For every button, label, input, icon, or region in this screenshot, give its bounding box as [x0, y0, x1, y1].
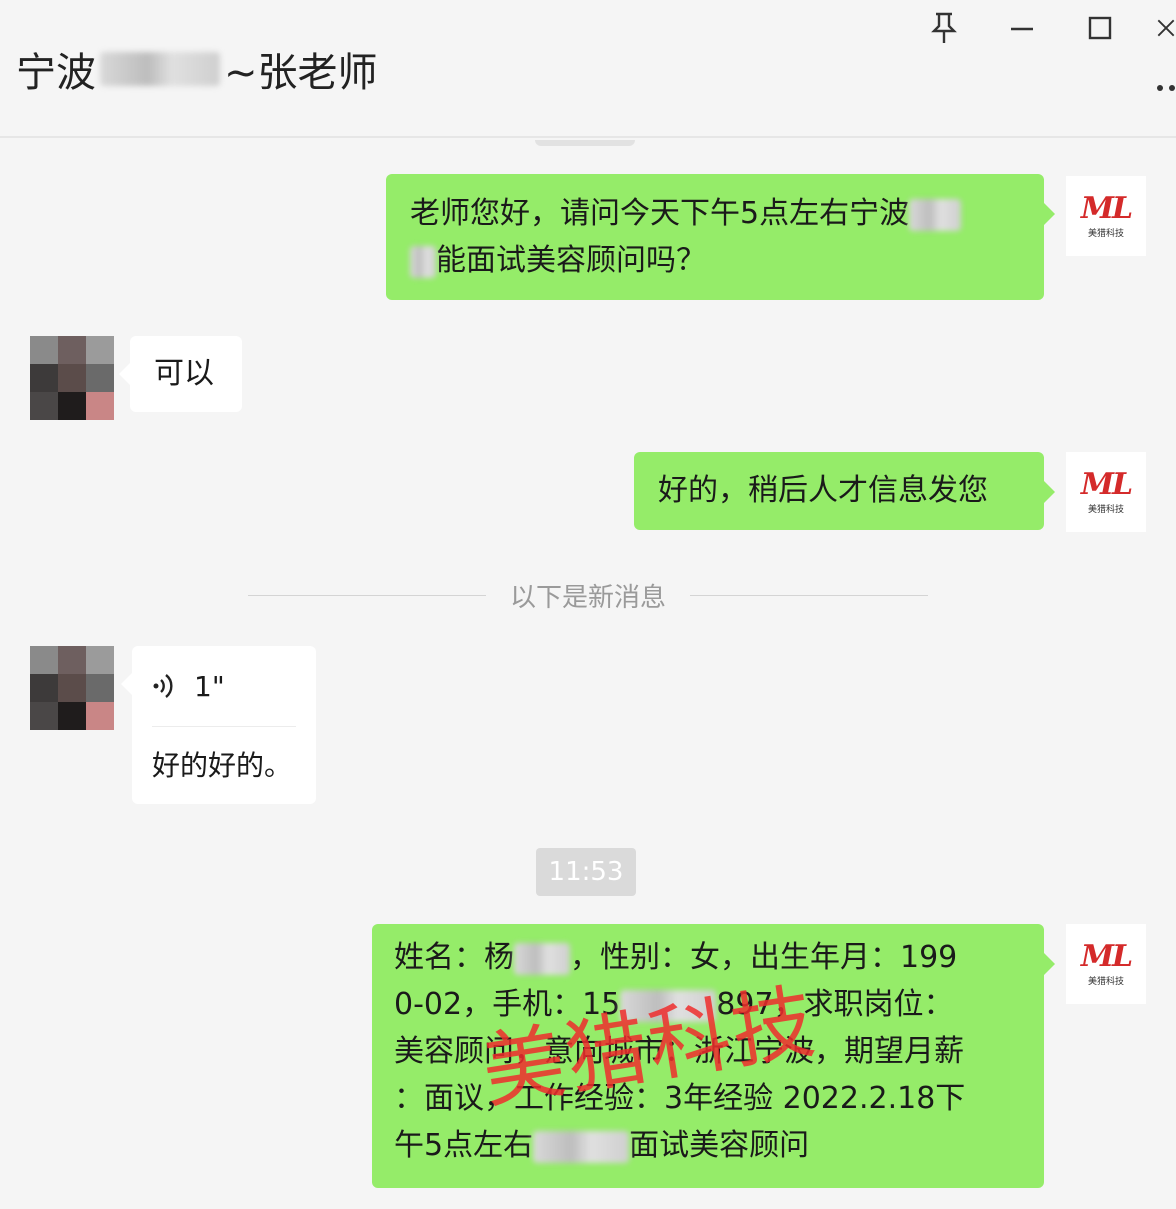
message-list[interactable]: 老师您好，请问今天下午5点左右宁波 能面试美容顾问吗？ ML 美猎科技 可以 好…	[0, 140, 1176, 1209]
new-messages-divider: 以下是新消息	[248, 580, 929, 613]
voice-wave-icon	[152, 672, 176, 700]
chat-header: 宁波 ~张老师	[0, 0, 1176, 138]
maximize-icon[interactable]	[1080, 8, 1120, 48]
minimize-icon[interactable]	[1002, 8, 1042, 48]
message-text: 897，求职岗位：	[716, 987, 954, 1022]
message-text: 老师您好，请问今天下午5点左右宁波	[410, 196, 910, 231]
sent-message-bubble[interactable]: 老师您好，请问今天下午5点左右宁波 能面试美容顾问吗？	[386, 174, 1055, 300]
voice-message-bubble[interactable]: 1" 好的好的。	[121, 646, 316, 804]
redacted-text	[514, 942, 570, 975]
pin-icon[interactable]	[924, 8, 964, 48]
message-text: 0-02，手机：15	[394, 987, 621, 1022]
logo-subtitle: 美猎科技	[1087, 504, 1124, 515]
contact-avatar[interactable]	[30, 646, 114, 730]
message-timestamp: 11:53	[536, 848, 636, 896]
my-avatar[interactable]: ML 美猎科技	[1066, 452, 1146, 532]
contact-avatar[interactable]	[30, 336, 114, 420]
logo-brand: ML	[1080, 938, 1133, 974]
divider-text: 以下是新消息	[510, 582, 667, 613]
title-suffix: ~张老师	[224, 50, 378, 96]
message-text: 姓名：杨	[394, 940, 514, 975]
message-text: 能面试美容顾问吗？	[436, 243, 706, 278]
sent-message-bubble[interactable]: 姓名：杨 ，性别：女，出生年月：199 0-02，手机：15 897，求职岗位： 美…	[372, 924, 1055, 1188]
more-icon[interactable]	[1152, 68, 1176, 108]
voice-duration: 1"	[194, 669, 225, 703]
message-text: 午5点左右	[394, 1128, 534, 1163]
redacted-text	[533, 1130, 630, 1163]
message-text: 面试美容顾问	[629, 1128, 810, 1163]
message-text: 美容顾问，	[394, 1034, 544, 1069]
redacted-name	[100, 52, 220, 86]
sent-message-bubble[interactable]: 好的，稍后人才信息发您	[634, 452, 1055, 530]
logo-brand: ML	[1080, 190, 1133, 226]
redacted-text	[909, 198, 962, 231]
logo-subtitle: 美猎科技	[1087, 976, 1124, 987]
chat-title: 宁波 ~张老师	[16, 40, 378, 98]
logo-brand: ML	[1080, 466, 1133, 502]
received-message-bubble[interactable]: 可以	[119, 336, 242, 412]
close-icon[interactable]	[1156, 8, 1176, 48]
message-text: ：面议，工作经验：3年经验 2022.2.18下	[394, 1081, 966, 1116]
title-prefix: 宁波	[16, 50, 96, 96]
voice-transcript: 好的好的。	[152, 749, 293, 782]
message-text: ，性别：女，出生年月：199	[570, 940, 958, 975]
redacted-text	[620, 989, 717, 1022]
my-avatar[interactable]: ML 美猎科技	[1066, 924, 1146, 1004]
voice-player[interactable]: 1"	[152, 646, 296, 726]
logo-subtitle: 美猎科技	[1087, 228, 1124, 239]
message-text: 好的，稍后人才信息发您	[658, 473, 988, 508]
message-text: 意向城市：浙江宁波，期望月薪	[544, 1034, 964, 1069]
scroll-indicator	[535, 140, 635, 146]
my-avatar[interactable]: ML 美猎科技	[1066, 176, 1146, 256]
redacted-text	[410, 245, 436, 278]
message-text: 可以	[154, 356, 214, 391]
